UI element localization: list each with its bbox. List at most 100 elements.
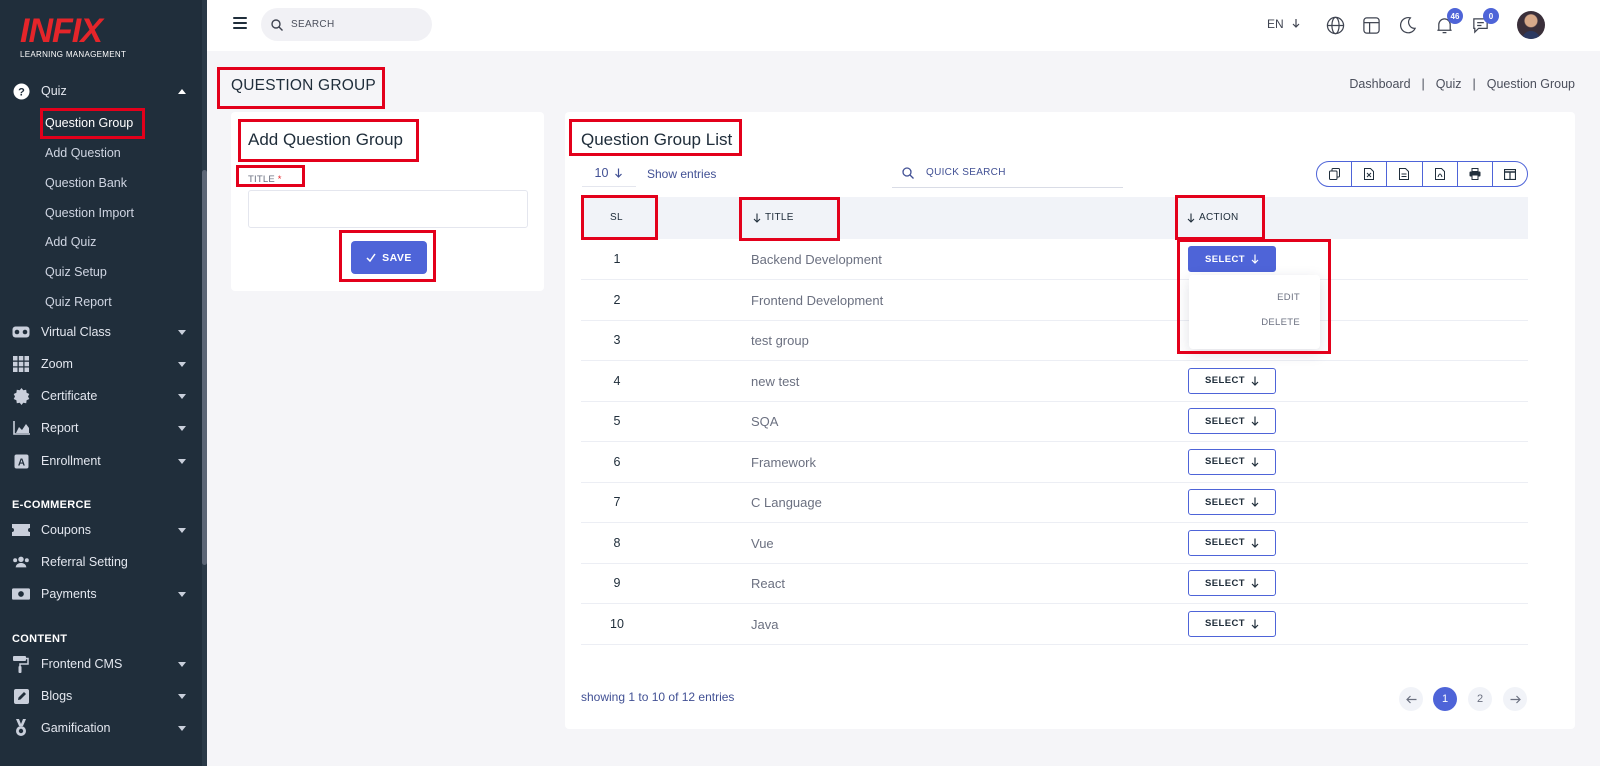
sidebar-item-label: Enrollment (41, 454, 101, 468)
select-button-label: SELECT (1205, 537, 1245, 548)
breadcrumb-dashboard[interactable]: Dashboard (1349, 77, 1410, 91)
table-row: 5 SQA SELECT (581, 401, 1528, 442)
sidebar-subitem-add-question[interactable]: Add Question (45, 146, 121, 160)
pagination-next-button[interactable] (1503, 687, 1527, 711)
action-dropdown-menu: EDIT DELETE (1189, 275, 1320, 349)
breadcrumb-current: Question Group (1486, 77, 1575, 91)
column-header-sl[interactable]: SL (610, 212, 623, 223)
row-title: React (751, 576, 785, 591)
entries-per-page-select[interactable]: 10 (582, 159, 636, 187)
pagination-page-1[interactable]: 1 (1433, 687, 1457, 711)
chevron-down-icon (178, 393, 186, 399)
save-button[interactable]: SAVE (351, 241, 427, 274)
sidebar-item-certificate[interactable]: Certificate (0, 382, 200, 410)
layout-icon[interactable] (1360, 14, 1382, 36)
message-badge: 0 (1483, 8, 1499, 24)
sidebar-item-label: Certificate (41, 389, 98, 403)
sidebar-item-referral-setting[interactable]: Referral Setting (0, 548, 200, 576)
sidebar-item-gamification[interactable]: Gamification (0, 714, 200, 742)
select-button-label: SELECT (1205, 577, 1245, 589)
excel-export-button[interactable] (1351, 162, 1386, 186)
entries-value: 10 (594, 165, 609, 180)
enrollment-icon: A (12, 452, 30, 470)
sidebar-item-label: Virtual Class (41, 325, 111, 339)
print-button[interactable] (1456, 162, 1492, 186)
delete-menu-item[interactable]: DELETE (1261, 317, 1300, 328)
sidebar-item-label: Blogs (41, 689, 73, 703)
avatar[interactable] (1517, 11, 1545, 39)
copy-button[interactable] (1317, 162, 1351, 186)
row-title: Framework (751, 454, 817, 470)
row-select-button[interactable]: SELECT (1188, 489, 1276, 515)
column-header-title[interactable]: TITLE (753, 212, 794, 223)
sidebar-item-frontend-cms[interactable]: Frontend CMS (0, 650, 200, 678)
globe-icon[interactable] (1324, 14, 1346, 36)
pdf-export-button[interactable] (1421, 162, 1457, 186)
column-visibility-button[interactable] (1491, 162, 1527, 186)
sidebar-item-label: Quiz (41, 84, 67, 98)
select-button-label: SELECT (1205, 415, 1245, 427)
table-row: 9 React SELECT (581, 563, 1528, 604)
chevron-down-icon (178, 661, 186, 667)
sidebar-scrollbar[interactable] (202, 170, 207, 565)
sidebar-subitem-question-group[interactable]: Question Group (45, 116, 133, 130)
breadcrumb-quiz[interactable]: Quiz (1436, 77, 1462, 91)
sidebar-item-label: Report (41, 421, 79, 435)
row-select-button[interactable]: SELECT (1188, 529, 1276, 556)
row-sl: 5 (613, 414, 621, 428)
edit-icon (12, 687, 30, 705)
csv-export-button[interactable] (1386, 162, 1421, 186)
pagination-prev-button[interactable] (1399, 687, 1423, 711)
table-row: 8 Vue SELECT (581, 523, 1528, 564)
row-sl: 6 (613, 454, 621, 469)
table-row: 3 test group (581, 320, 1528, 361)
column-header-action[interactable]: ACTION (1187, 212, 1239, 223)
sidebar-subitem-quiz-report[interactable]: Quiz Report (45, 295, 112, 309)
row-select-button[interactable]: SELECT (1188, 246, 1276, 272)
global-search-input[interactable]: SEARCH (261, 8, 432, 41)
arrow-down-icon (1251, 376, 1259, 386)
certificate-icon (12, 387, 30, 405)
logo[interactable]: INFIX LEARNING MANAGEMENT (20, 14, 126, 59)
menu-toggle-icon[interactable] (233, 17, 247, 29)
row-select-button[interactable]: SELECT (1188, 367, 1276, 394)
edit-menu-item[interactable]: EDIT (1277, 292, 1300, 303)
sidebar-item-virtual-class[interactable]: Virtual Class (0, 318, 200, 346)
bell-icon[interactable]: 46 (1433, 8, 1463, 36)
select-button-label: SELECT (1205, 618, 1245, 629)
sidebar: INFIX LEARNING MANAGEMENT ? Quiz Questio… (0, 0, 207, 766)
row-select-button[interactable]: SELECT (1188, 610, 1276, 637)
row-title: Frontend Development (751, 292, 884, 308)
sidebar-item-coupons[interactable]: Coupons (0, 516, 200, 544)
sidebar-subitem-question-bank[interactable]: Question Bank (45, 176, 127, 190)
sidebar-item-payments[interactable]: Payments (0, 580, 200, 608)
sidebar-item-zoom[interactable]: Zoom (0, 350, 200, 378)
language-select[interactable]: EN (1267, 17, 1301, 31)
chevron-up-icon (178, 88, 186, 94)
table-row: 4 new test SELECT (581, 361, 1528, 402)
sidebar-item-blogs[interactable]: Blogs (0, 682, 200, 710)
sidebar-subitem-add-quiz[interactable]: Add Quiz (45, 235, 96, 249)
quick-search-input[interactable]: QUICK SEARCH (892, 158, 1123, 188)
coupon-icon (12, 521, 30, 539)
row-title: Backend Development (751, 252, 882, 267)
sidebar-subitem-question-import[interactable]: Question Import (45, 206, 134, 220)
sidebar-subitem-quiz-setup[interactable]: Quiz Setup (45, 265, 107, 279)
row-select-button[interactable]: SELECT (1188, 570, 1276, 596)
title-input[interactable] (248, 190, 528, 228)
chevron-down-icon (178, 425, 186, 431)
chat-icon[interactable]: 0 (1469, 8, 1499, 36)
top-header: SEARCH EN 46 0 (207, 0, 1600, 51)
sidebar-item-quiz[interactable]: ? Quiz (0, 77, 200, 105)
row-select-button[interactable]: SELECT (1188, 408, 1276, 434)
pagination-page-2[interactable]: 2 (1468, 687, 1492, 711)
sidebar-item-report[interactable]: Report (0, 414, 200, 442)
row-select-button[interactable]: SELECT (1188, 448, 1276, 475)
arrow-down-icon (1251, 497, 1259, 507)
grid-icon (12, 355, 30, 373)
sort-arrow-down-icon (1187, 213, 1195, 223)
sidebar-item-enrollment[interactable]: A Enrollment (0, 447, 200, 475)
moon-icon[interactable] (1396, 14, 1418, 36)
title-label-text: TITLE (248, 174, 275, 185)
search-icon (271, 18, 283, 31)
